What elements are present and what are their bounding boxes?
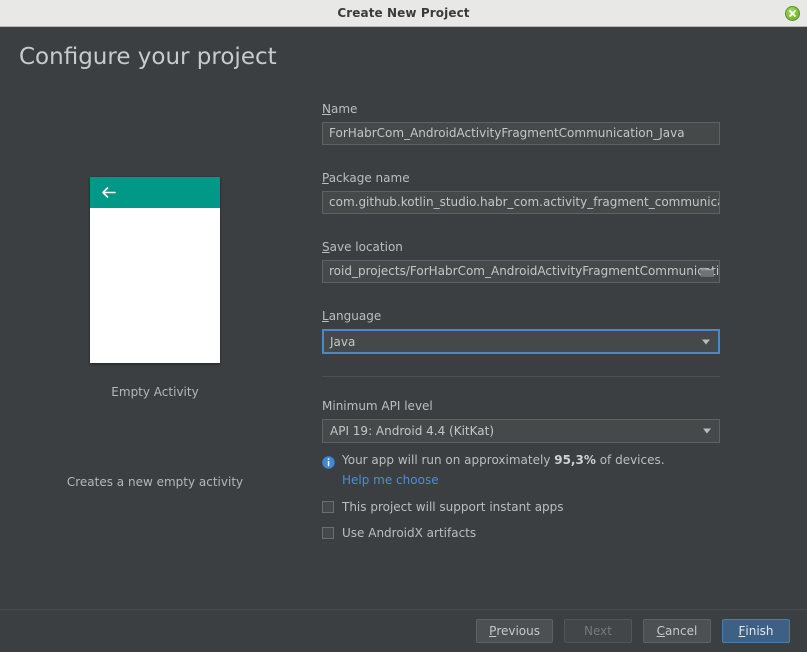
help-me-choose-link[interactable]: Help me choose	[342, 473, 439, 487]
template-preview-thumbnail	[90, 177, 220, 363]
back-arrow-icon	[100, 185, 117, 200]
package-name-input[interactable]: com.github.kotlin_studio.habr_com.activi…	[322, 191, 720, 214]
save-location-label-mnemonic: S	[322, 240, 330, 254]
window-titlebar: Create New Project	[0, 0, 807, 27]
checkbox-instant-apps[interactable]: This project will support instant apps	[322, 500, 720, 514]
language-dropdown-value: Java	[330, 334, 356, 349]
min-api-dropdown[interactable]: API 19: Android 4.4 (KitKat)	[322, 419, 720, 443]
language-dropdown[interactable]: Java	[322, 329, 720, 354]
save-location-input-wrapper[interactable]: roid_projects/ForHabrCom_AndroidActivity…	[322, 260, 720, 283]
language-label: Language	[322, 309, 720, 323]
coverage-suffix: of devices.	[595, 453, 665, 467]
coverage-percent: 95,3%	[554, 453, 596, 467]
field-language: Language Java	[322, 309, 720, 354]
min-api-dropdown-value: API 19: Android 4.4 (KitKat)	[330, 424, 495, 438]
finish-button[interactable]: Finish	[722, 619, 790, 643]
name-label-mnemonic: N	[322, 102, 331, 116]
template-preview-panel: Empty Activity Creates a new empty activ…	[0, 177, 310, 489]
close-icon[interactable]	[785, 6, 800, 21]
device-coverage-info: Your app will run on approximately 95,3%…	[322, 453, 720, 469]
cancel-button-rest: ancel	[665, 624, 698, 638]
chevron-down-icon	[703, 428, 711, 434]
preview-body	[90, 208, 220, 363]
save-location-input: roid_projects/ForHabrCom_AndroidActivity…	[329, 264, 720, 278]
language-label-rest: anguage	[328, 309, 382, 323]
window-title: Create New Project	[337, 6, 470, 20]
finish-button-rest: inish	[745, 624, 774, 638]
device-coverage-text: Your app will run on approximately 95,3%…	[342, 453, 665, 467]
min-api-label: Minimum API level	[322, 399, 433, 413]
checkbox-androidx[interactable]: Use AndroidX artifacts	[322, 526, 720, 540]
field-package-name: Package name com.github.kotlin_studio.ha…	[322, 171, 720, 214]
language-label-mnemonic: L	[322, 309, 329, 323]
template-description-label: Creates a new empty activity	[66, 475, 244, 489]
name-input[interactable]: ForHabrCom_AndroidActivityFragmentCommun…	[322, 122, 720, 145]
folder-browse-icon[interactable]	[699, 265, 715, 279]
dialog-footer: Previous Next Cancel Finish	[0, 610, 807, 652]
next-button: Next	[564, 619, 632, 643]
preview-appbar	[90, 177, 220, 208]
info-icon	[322, 454, 335, 469]
package-name-label: Package name	[322, 171, 720, 185]
create-new-project-dialog: Create New Project Configure your projec…	[0, 0, 807, 652]
checkbox-instant-apps-label: This project will support instant apps	[342, 500, 564, 514]
package-name-label-rest: ackage name	[328, 171, 410, 185]
field-save-location: Save location roid_projects/ForHabrCom_A…	[322, 240, 720, 283]
checkbox-androidx-box[interactable]	[322, 527, 334, 539]
finish-button-mnemonic: F	[738, 624, 746, 638]
checkbox-instant-apps-box[interactable]	[322, 501, 334, 513]
template-name-label: Empty Activity	[111, 385, 199, 399]
field-min-api-level: Minimum API level API 19: Android 4.4 (K…	[322, 399, 720, 443]
checkbox-androidx-label: Use AndroidX artifacts	[342, 526, 477, 540]
project-config-form: Name ForHabrCom_AndroidActivityFragmentC…	[322, 102, 720, 540]
field-name: Name ForHabrCom_AndroidActivityFragmentC…	[322, 102, 720, 145]
save-location-label: Save location	[322, 240, 720, 254]
cancel-button-mnemonic: C	[656, 624, 666, 638]
dialog-content: Configure your project Empty Activity Cr…	[0, 27, 807, 652]
cancel-button[interactable]: Cancel	[643, 619, 711, 643]
previous-button-rest: revious	[496, 624, 540, 638]
page-title: Configure your project	[19, 44, 277, 70]
chevron-down-icon	[702, 339, 710, 344]
save-location-label-rest: ave location	[329, 240, 403, 254]
previous-button-mnemonic: P	[489, 624, 497, 638]
name-label-rest: ame	[330, 102, 358, 116]
name-label: Name	[322, 102, 720, 116]
coverage-prefix: Your app will run on approximately	[342, 453, 555, 467]
previous-button[interactable]: Previous	[476, 619, 553, 643]
package-name-label-mnemonic: P	[322, 171, 329, 185]
